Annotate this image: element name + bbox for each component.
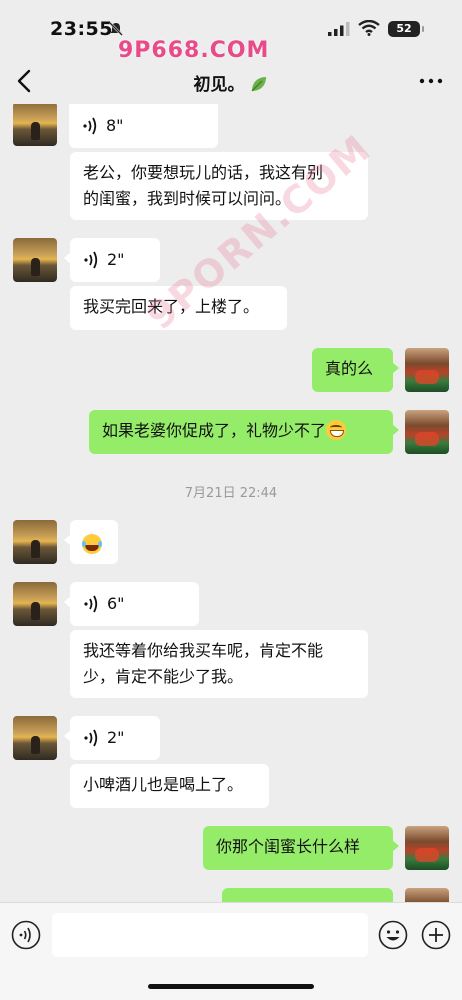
chat-navbar: 初见。: [0, 58, 462, 104]
self-avatar[interactable]: [405, 888, 449, 902]
voice-wave-icon: [83, 117, 97, 135]
voice-wave-icon: [84, 251, 98, 269]
message-input[interactable]: [52, 913, 368, 957]
text-message-bubble[interactable]: [222, 888, 393, 902]
status-time: 23:55: [50, 18, 113, 40]
text-message-bubble[interactable]: 我还等着你给我买车呢，肯定不能 少，肯定不能少了我。: [70, 630, 368, 698]
text-message-bubble[interactable]: 真的么: [312, 348, 399, 392]
message-text-line: 我还等着你给我买车呢，肯定不能: [83, 641, 324, 660]
wifi-icon: [358, 20, 380, 36]
message-text-line: 真的么: [325, 359, 374, 378]
message-text-line: 老公，你要想玩儿的话，我这有别: [83, 163, 324, 182]
home-indicator[interactable]: [148, 984, 314, 989]
message-text-line: 少，肯定不能少了我。: [83, 667, 244, 686]
contact-avatar[interactable]: [13, 238, 57, 282]
message-text-line: 你那个闺蜜长什么样: [216, 837, 361, 856]
chat-title-text: 初见。: [193, 75, 245, 95]
contact-avatar[interactable]: [13, 582, 57, 626]
voice-duration: 2": [107, 728, 125, 747]
emoji-icon[interactable]: [378, 920, 408, 950]
emoji-message-bubble[interactable]: [64, 520, 118, 564]
plus-icon[interactable]: [421, 920, 451, 950]
self-avatar[interactable]: [405, 826, 449, 870]
leaf-icon: [251, 77, 266, 92]
bell-muted-icon: [109, 22, 123, 36]
text-message-bubble[interactable]: 我买完回来了，上楼了。: [70, 286, 287, 330]
contact-avatar[interactable]: [13, 104, 57, 146]
voice-wave-icon: [84, 729, 98, 747]
voice-input-icon[interactable]: [11, 920, 41, 950]
text-message-bubble[interactable]: 你那个闺蜜长什么样: [203, 826, 399, 870]
chat-title[interactable]: 初见。: [0, 70, 462, 95]
voice-duration: 2": [107, 250, 125, 269]
voice-message-bubble[interactable]: 6": [64, 582, 199, 626]
voice-wave-icon: [84, 595, 98, 613]
text-message-bubble[interactable]: 如果老婆你促成了，礼物少不了: [89, 410, 399, 454]
voice-duration: 6": [107, 594, 125, 613]
text-message-bubble[interactable]: 老公，你要想玩儿的话，我这有别 的闺蜜，我到时候可以问问。: [70, 152, 368, 220]
self-avatar[interactable]: [405, 348, 449, 392]
voice-duration: 8": [106, 116, 124, 135]
laugh-tears-emoji: [82, 534, 102, 554]
message-timestamp: 7月21日 22:44: [184, 486, 278, 501]
message-list[interactable]: 8" 老公，你要想玩儿的话，我这有别 的闺蜜，我到时候可以问问。 2" 我买完回…: [0, 104, 462, 902]
message-text-line: 的闺蜜，我到时候可以问问。: [83, 189, 292, 208]
contact-avatar[interactable]: [13, 716, 57, 760]
message-text-line: 小啤酒儿也是喝上了。: [83, 775, 244, 794]
voice-message-bubble[interactable]: 8": [69, 104, 218, 148]
grin-emoji: [326, 420, 347, 440]
voice-message-bubble[interactable]: 2": [64, 716, 160, 760]
voice-message-bubble[interactable]: 2": [64, 238, 160, 282]
contact-avatar[interactable]: [13, 520, 57, 564]
more-icon[interactable]: [418, 72, 444, 90]
signal-icon: [328, 22, 350, 36]
self-avatar[interactable]: [405, 410, 449, 454]
text-message-bubble[interactable]: 小啤酒儿也是喝上了。: [70, 764, 269, 808]
battery-icon: 52: [388, 21, 424, 37]
message-text-line: 如果老婆你促成了，礼物少不了: [102, 421, 327, 440]
message-text-line: 我买完回来了，上楼了。: [83, 297, 260, 316]
